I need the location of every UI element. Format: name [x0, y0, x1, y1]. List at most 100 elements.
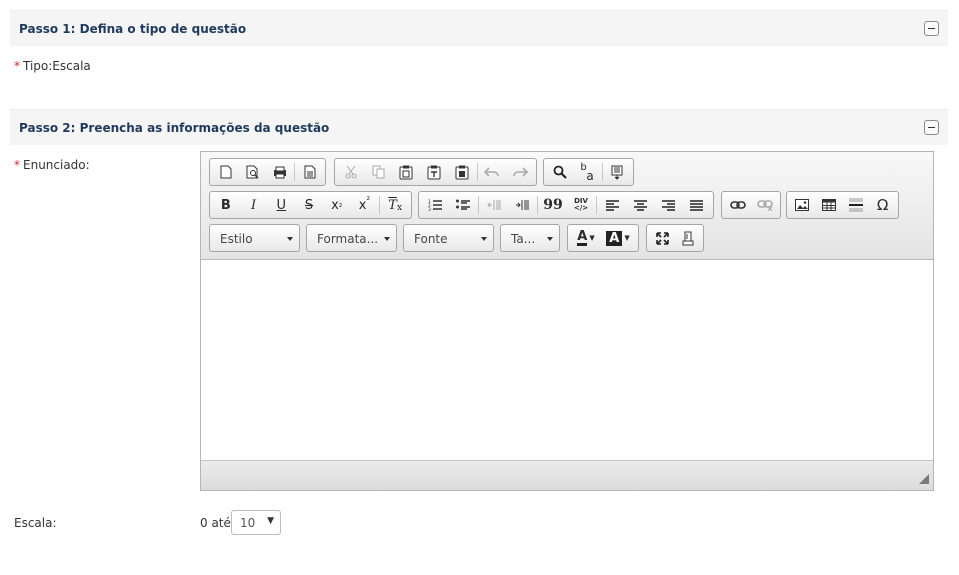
resize-grip-icon[interactable]	[919, 474, 929, 484]
remove-format-mark: x	[396, 203, 403, 213]
select-all-icon[interactable]	[604, 160, 631, 184]
enunciado-label-row: * Enunciado:	[14, 158, 90, 172]
special-char-button[interactable]: Ω	[869, 193, 896, 217]
show-blocks-icon[interactable]	[675, 226, 701, 250]
special-char-glyph: Ω	[876, 196, 889, 214]
size-combo-label: Ta...	[511, 232, 536, 246]
required-mark: *	[14, 158, 20, 172]
indent-icon[interactable]	[508, 193, 536, 217]
bg-color-button[interactable]: A ▼	[602, 226, 634, 250]
subscript-button[interactable]: x₂	[323, 193, 351, 217]
print-icon[interactable]	[266, 160, 293, 184]
align-right-icon[interactable]	[654, 193, 682, 217]
copy-icon[interactable]	[365, 160, 393, 184]
toolbar-separator	[596, 196, 597, 214]
format-combo[interactable]: Formata...	[306, 224, 397, 252]
chevron-down-icon	[547, 237, 553, 241]
step2-title: Passo 2: Preencha as informações da ques…	[19, 121, 330, 135]
align-left-icon[interactable]	[598, 193, 626, 217]
size-combo[interactable]: Ta...	[500, 224, 560, 252]
clipboard-group	[334, 158, 537, 186]
escala-label: Escala:	[14, 516, 57, 530]
chevron-down-icon	[287, 237, 293, 241]
editor-content-area[interactable]	[201, 260, 933, 461]
blockquote-button[interactable]: 99	[539, 193, 567, 217]
new-page-icon[interactable]	[212, 160, 239, 184]
italic-button[interactable]: I	[240, 193, 268, 217]
colors-group: A ▼ A ▼	[567, 224, 639, 252]
maximize-icon[interactable]	[649, 226, 675, 250]
font-combo-label: Fonte	[414, 232, 448, 246]
chevron-down-icon	[384, 237, 390, 241]
step1-header: Passo 1: Defina o tipo de questão	[10, 10, 948, 46]
templates-icon[interactable]	[296, 160, 323, 184]
replace-bottom-glyph: a	[586, 169, 594, 183]
undo-icon[interactable]	[479, 160, 507, 184]
editing-group: b a	[543, 158, 634, 186]
step2-header: Passo 2: Preencha as informações da ques…	[10, 109, 948, 145]
strike-glyph: S	[304, 197, 314, 213]
paragraph-group: 123 99 DIV </>	[418, 191, 714, 219]
tools-group	[646, 224, 704, 252]
style-combo[interactable]: Estilo	[209, 224, 300, 252]
collapse-icon[interactable]	[924, 120, 939, 135]
subscript-base: x	[331, 197, 339, 213]
bold-button[interactable]: B	[212, 193, 240, 217]
toolbar-separator	[476, 163, 478, 181]
unlink-icon[interactable]	[751, 193, 778, 217]
underline-button[interactable]: U	[267, 193, 295, 217]
replace-icon[interactable]: b a	[573, 160, 600, 184]
subscript-mark: ₂	[338, 200, 343, 210]
paste-icon[interactable]	[392, 160, 420, 184]
svg-text:3: 3	[428, 207, 431, 211]
toolbar-separator	[601, 163, 603, 181]
toolbar-separator	[478, 196, 479, 214]
cut-icon[interactable]	[337, 160, 365, 184]
chevron-down-icon: ▼	[267, 516, 274, 526]
create-div-bottom: </>	[573, 204, 589, 212]
insert-group: Ω	[786, 191, 899, 219]
redo-icon[interactable]	[506, 160, 534, 184]
paste-text-icon[interactable]	[420, 160, 448, 184]
format-combo-label: Formata...	[317, 232, 379, 246]
superscript-mark: ²	[366, 196, 371, 206]
toolbar-separator	[294, 163, 296, 181]
enunciado-label: Enunciado:	[23, 158, 90, 172]
horizontal-line-icon[interactable]	[843, 193, 870, 217]
remove-format-glyph: T	[388, 197, 397, 213]
table-icon[interactable]	[816, 193, 843, 217]
chevron-down-icon	[481, 237, 487, 241]
superscript-button[interactable]: x²	[351, 193, 379, 217]
toolbar-separator	[379, 196, 381, 214]
link-icon[interactable]	[724, 193, 751, 217]
paste-word-icon[interactable]	[448, 160, 476, 184]
align-center-icon[interactable]	[626, 193, 654, 217]
style-combo-label: Estilo	[220, 232, 253, 246]
image-icon[interactable]	[789, 193, 816, 217]
outdent-icon[interactable]	[480, 193, 508, 217]
numbered-list-icon[interactable]: 123	[421, 193, 449, 217]
bg-color-glyph: A	[606, 230, 623, 246]
font-combo[interactable]: Fonte	[403, 224, 494, 252]
text-color-button[interactable]: A ▼	[570, 226, 602, 250]
escala-max-select[interactable]: 10 ▼	[231, 510, 281, 535]
find-icon[interactable]	[546, 160, 573, 184]
bulleted-list-icon[interactable]	[449, 193, 477, 217]
basic-styles-group: B I U S x₂ x² Tx	[209, 191, 412, 219]
tipo-label-row: * Tipo:Escala	[14, 59, 91, 73]
rich-text-editor: b a B I U S x₂ x² Tx 123 99 DIV </> Ω Es…	[200, 151, 934, 491]
remove-format-button[interactable]: Tx	[381, 193, 409, 217]
text-color-glyph: A	[577, 228, 588, 246]
escala-range-prefix: 0 até	[200, 516, 231, 530]
collapse-icon[interactable]	[924, 21, 939, 36]
strike-button[interactable]: S	[295, 193, 323, 217]
justify-icon[interactable]	[682, 193, 710, 217]
create-div-button[interactable]: DIV </>	[567, 193, 595, 217]
blockquote-glyph: 99	[543, 197, 563, 213]
required-mark: *	[14, 59, 20, 73]
preview-icon[interactable]	[239, 160, 266, 184]
chevron-down-icon: ▼	[589, 234, 595, 242]
superscript-base: x	[358, 197, 367, 213]
escala-max-value: 10	[240, 516, 256, 530]
document-group	[209, 158, 326, 186]
